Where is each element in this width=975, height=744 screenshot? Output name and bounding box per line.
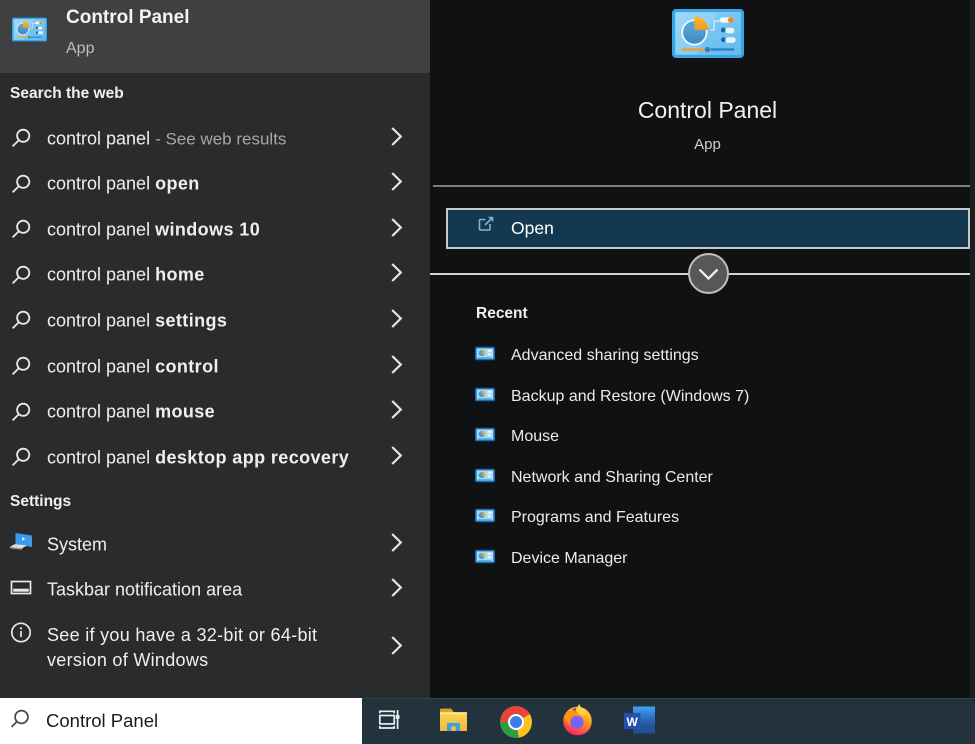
svg-text:W: W	[627, 715, 639, 729]
